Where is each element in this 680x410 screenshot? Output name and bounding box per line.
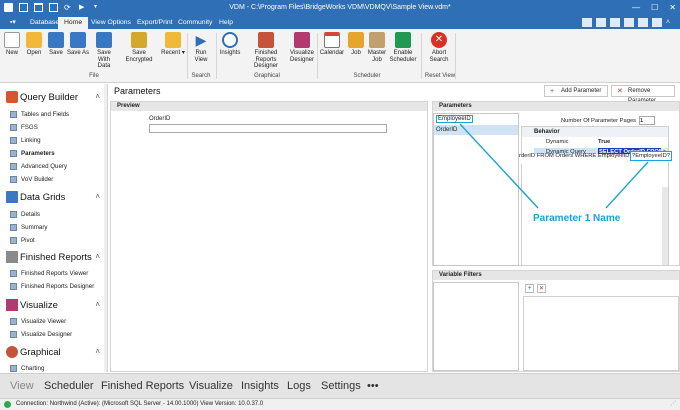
nav-view[interactable]: View: [10, 380, 34, 392]
nav-finished-reports[interactable]: Finished Reports: [101, 380, 184, 392]
variable-filters-panel: Variable Filters + ✕: [432, 270, 680, 372]
variable-filters-header: Variable Filters: [433, 271, 679, 280]
nav-settings[interactable]: Settings: [321, 380, 361, 392]
add-filter-button[interactable]: +: [525, 284, 534, 293]
nav-scheduler[interactable]: Scheduler: [44, 380, 94, 392]
status-bar: Connection: Northwind (Active): (Microso…: [0, 398, 680, 410]
annotation-line-2: [605, 161, 649, 209]
nav-visualize[interactable]: Visualize: [189, 380, 233, 392]
nav-more-icon[interactable]: •••: [367, 380, 379, 392]
annotation-line-1: [459, 123, 539, 209]
annotation-label: Parameter 1 Name: [533, 213, 621, 224]
resize-grip-icon: ⋰: [670, 401, 676, 407]
variable-filter-editor: [523, 296, 679, 371]
status-text: Connection: Northwind (Active): (Microso…: [16, 401, 264, 407]
nav-insights[interactable]: Insights: [241, 380, 279, 392]
variable-filters-list: [433, 282, 519, 371]
bottom-nav: View Scheduler Finished Reports Visualiz…: [0, 373, 680, 398]
remove-filter-button[interactable]: ✕: [537, 284, 546, 293]
nav-logs[interactable]: Logs: [287, 380, 311, 392]
connection-status-icon: [4, 401, 11, 408]
